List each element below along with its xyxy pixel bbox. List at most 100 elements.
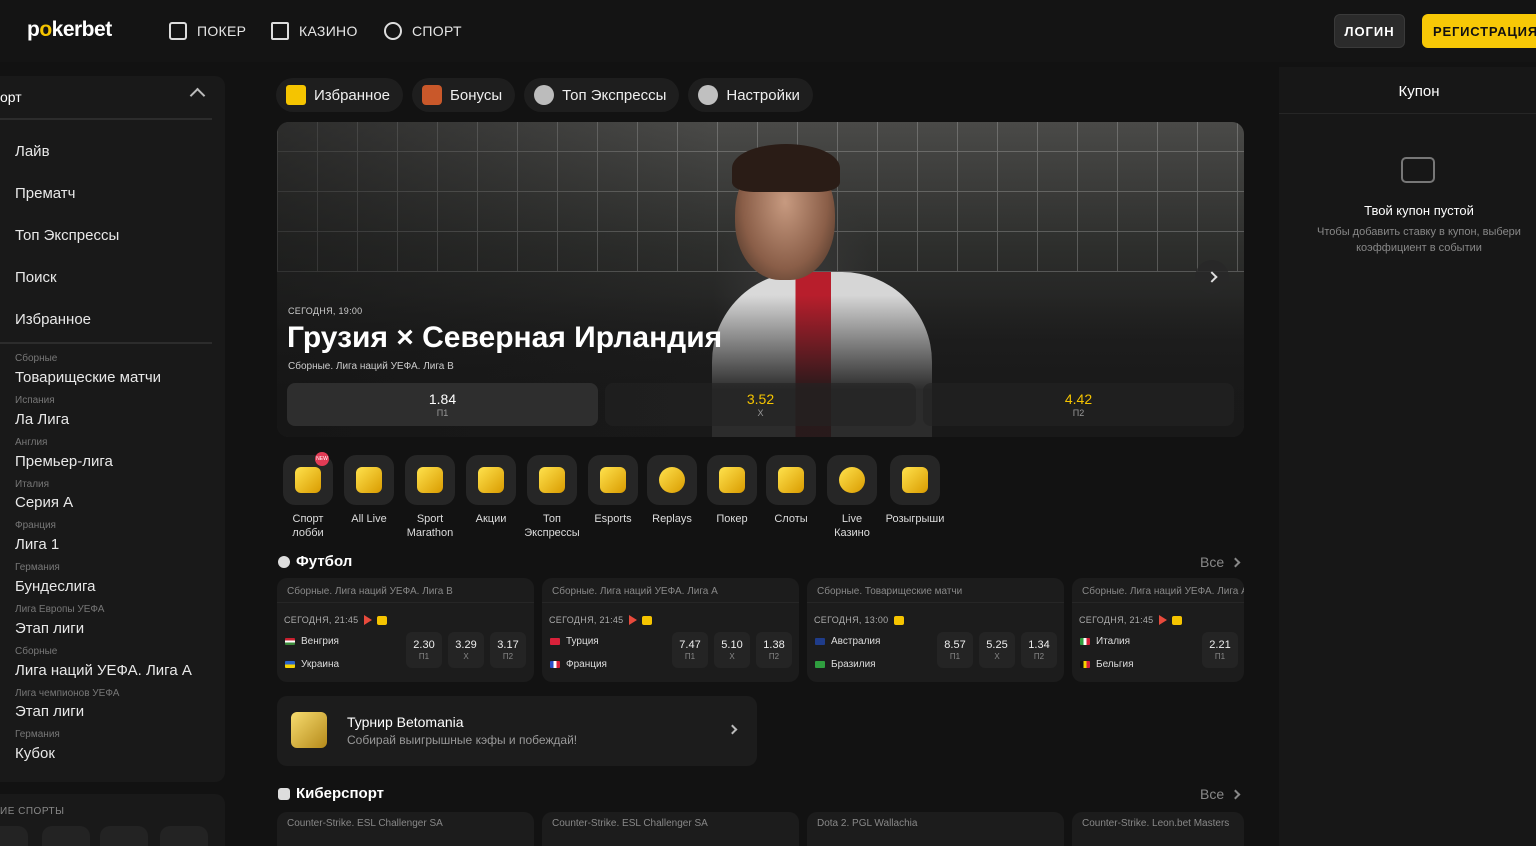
team-home: Италия bbox=[1080, 636, 1130, 647]
cat-replays[interactable]: Replays bbox=[642, 455, 702, 526]
odd-button[interactable]: 3.29 Х bbox=[448, 632, 484, 668]
chevron-right-icon bbox=[727, 724, 738, 735]
hero-odd-p1[interactable]: 1.84 П1 bbox=[287, 383, 598, 426]
cat-poker[interactable]: Покер bbox=[702, 455, 762, 526]
league-link[interactable]: Лига 1 bbox=[15, 536, 59, 553]
team-name: Венгрия bbox=[301, 636, 339, 647]
odd-value: 7.47 bbox=[679, 639, 701, 651]
cat-slots[interactable]: Слоты bbox=[761, 455, 821, 526]
hero-date: СЕГОДНЯ, 19:00 bbox=[288, 306, 363, 316]
league-link[interactable]: Товарищеские матчи bbox=[15, 369, 161, 386]
sidebar-item-top-express[interactable]: Топ Экспрессы bbox=[15, 227, 119, 244]
odd-button[interactable]: 3.17 П2 bbox=[490, 632, 526, 668]
sport-chip[interactable] bbox=[42, 826, 90, 846]
league-link[interactable]: Этап лиги bbox=[15, 620, 84, 637]
sidebar-item-prematch[interactable]: Прематч bbox=[15, 185, 75, 202]
cat-live-casino[interactable]: Live Казино bbox=[822, 455, 882, 540]
cat-top-express[interactable]: Топ Экспрессы bbox=[522, 455, 582, 540]
divider bbox=[807, 602, 1064, 603]
cat-label: Акции bbox=[475, 513, 507, 525]
team-away: Бельгия bbox=[1080, 659, 1134, 670]
league-link[interactable]: Бундеслига bbox=[15, 578, 96, 595]
odd-value: 1.34 bbox=[1028, 639, 1050, 651]
match-card[interactable]: Сборные. Лига наций УЕФА. Лига В СЕГОДНЯ… bbox=[277, 578, 534, 682]
app-root: pokerbet ПОКЕР КАЗИНО СПОРТ ЛОГИН РЕГИСТ… bbox=[0, 0, 1536, 846]
odd-button[interactable]: 8.57 П1 bbox=[937, 632, 973, 668]
nav-poker[interactable]: ПОКЕР bbox=[169, 22, 246, 40]
sport-chip[interactable] bbox=[160, 826, 208, 846]
tournament-title: Турнир Betomania bbox=[347, 714, 464, 730]
football-all-link[interactable]: Все bbox=[1200, 554, 1241, 570]
header: pokerbet ПОКЕР КАЗИНО СПОРТ ЛОГИН РЕГИСТ… bbox=[0, 0, 1536, 62]
league-link[interactable]: Серия А bbox=[15, 494, 73, 511]
register-button[interactable]: РЕГИСТРАЦИЯ bbox=[1422, 14, 1536, 48]
odd-label: П2 bbox=[502, 652, 514, 661]
cat-promotions[interactable]: Акции bbox=[461, 455, 521, 526]
top-express-button[interactable]: Топ Экспрессы bbox=[524, 78, 680, 112]
top-express-label: Топ Экспрессы bbox=[562, 86, 667, 104]
logo[interactable]: pokerbet bbox=[27, 18, 112, 42]
esports-all-link[interactable]: Все bbox=[1200, 786, 1241, 802]
nav-sport[interactable]: СПОРТ bbox=[384, 22, 462, 40]
esports-league: Counter-Strike. ESL Challenger SA bbox=[552, 818, 708, 829]
odd-button[interactable]: 5.10 Х bbox=[714, 632, 750, 668]
esports-card[interactable]: Counter-Strike. Leon.bet Masters bbox=[1072, 812, 1244, 846]
team-name: Франция bbox=[566, 659, 607, 670]
odd-label: П1 bbox=[418, 652, 430, 661]
tournament-banner[interactable]: Турнир Betomania Собирай выигрышные кэфы… bbox=[277, 696, 757, 766]
lobby-icon bbox=[295, 467, 321, 493]
flag-icon bbox=[815, 661, 825, 668]
odd-button[interactable]: 5.25 Х bbox=[979, 632, 1015, 668]
odd-button[interactable]: 1.38 П2 bbox=[756, 632, 792, 668]
settings-button[interactable]: Настройки bbox=[688, 78, 813, 112]
sidebar-item-favorites[interactable]: Избранное bbox=[15, 311, 91, 328]
sidebar-item-search[interactable]: Поиск bbox=[15, 269, 57, 286]
sidebar-sport-header[interactable]: орт bbox=[0, 76, 212, 120]
cat-giveaways[interactable]: Розыгрыши bbox=[885, 455, 945, 526]
sidebar-item-live[interactable]: Лайв bbox=[15, 143, 50, 160]
bonuses-button[interactable]: Бонусы bbox=[412, 78, 516, 112]
odd-button[interactable]: 2.21 П1 bbox=[1202, 632, 1238, 668]
odd-button[interactable]: 7.47 П1 bbox=[672, 632, 708, 668]
league-link[interactable]: Этап лиги bbox=[15, 703, 84, 720]
esports-card[interactable]: Counter-Strike. ESL Challenger SA bbox=[542, 812, 799, 846]
nav-casino[interactable]: КАЗИНО bbox=[271, 22, 358, 40]
hero-banner[interactable]: СЕГОДНЯ, 19:00 Грузия × Северная Ирланди… bbox=[277, 122, 1244, 437]
chevron-up-icon bbox=[189, 87, 206, 104]
cat-label: Топ bbox=[543, 513, 561, 525]
match-card[interactable]: Сборные. Лига наций УЕФА. Лига А СЕГОДНЯ… bbox=[542, 578, 799, 682]
match-card[interactable]: Сборные. Товарищеские матчи СЕГОДНЯ, 13:… bbox=[807, 578, 1064, 682]
other-sports-title: ИЕ СПОРТЫ bbox=[0, 806, 65, 817]
league-link[interactable]: Лига наций УЕФА. Лига А bbox=[15, 662, 192, 679]
flag-icon bbox=[285, 661, 295, 668]
replay-icon bbox=[659, 467, 685, 493]
esports-card[interactable]: Dota 2. PGL Wallachia bbox=[807, 812, 1064, 846]
sport-chip[interactable] bbox=[100, 826, 148, 846]
odd-button[interactable]: 1.34 П2 bbox=[1021, 632, 1057, 668]
hero-next-button[interactable] bbox=[1195, 260, 1229, 294]
trophy-icon bbox=[417, 467, 443, 493]
odd-button[interactable]: 2.30 П1 bbox=[406, 632, 442, 668]
hero-odd-p2[interactable]: 4.42 П2 bbox=[923, 383, 1234, 426]
league-link[interactable]: Кубок bbox=[15, 745, 55, 762]
cat-all-live[interactable]: All Live bbox=[339, 455, 399, 526]
league-link[interactable]: Премьер-лига bbox=[15, 453, 113, 470]
sport-chip[interactable] bbox=[0, 826, 28, 846]
nav-casino-label: КАЗИНО bbox=[299, 23, 358, 39]
team-name: Украина bbox=[301, 659, 340, 670]
league-link[interactable]: Ла Лига bbox=[15, 411, 69, 428]
cat-esports[interactable]: Esports bbox=[583, 455, 643, 526]
cat-sport-lobby[interactable]: NEW Спорт лобби bbox=[278, 452, 338, 540]
football-title: Футбол bbox=[296, 553, 353, 570]
hero-odd-x[interactable]: 3.52 Х bbox=[605, 383, 916, 426]
settings-label: Настройки bbox=[726, 86, 800, 104]
gamepad-icon bbox=[278, 787, 290, 800]
sidebar-divider bbox=[0, 342, 212, 344]
coupon-empty-title: Твой купон пустой bbox=[1364, 203, 1474, 218]
favorites-button[interactable]: Избранное bbox=[276, 78, 404, 112]
match-card[interactable]: Сборные. Лига наций УЕФА. Лига А СЕГОДНЯ… bbox=[1072, 578, 1244, 682]
cat-sport-marathon[interactable]: Sport Marathon bbox=[400, 455, 460, 540]
esports-card[interactable]: Counter-Strike. ESL Challenger SA bbox=[277, 812, 534, 846]
login-button[interactable]: ЛОГИН bbox=[1334, 14, 1405, 48]
flag-icon bbox=[285, 638, 295, 645]
